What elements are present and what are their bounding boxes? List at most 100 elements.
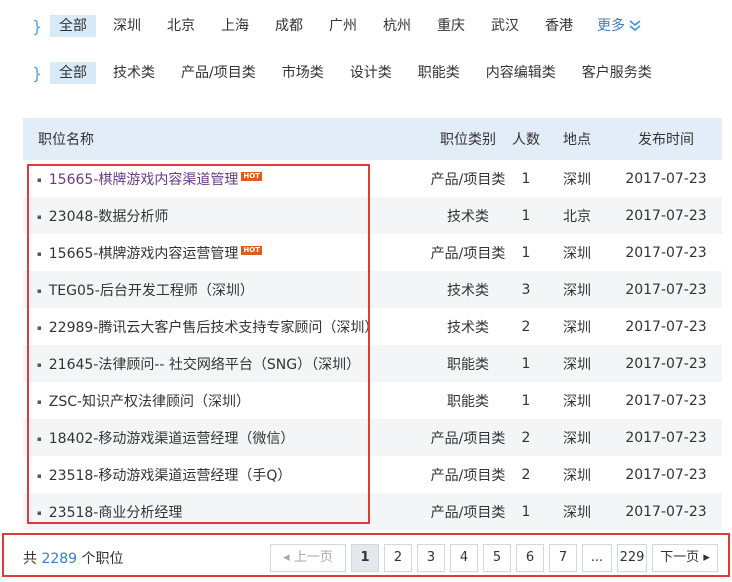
job-date-cell: 2017-07-23 bbox=[625, 466, 707, 483]
table-row: 23048-数据分析师 技术类 1 北京 2017-07-23 bbox=[23, 197, 722, 234]
category-filter-item[interactable]: 内容编辑类 bbox=[477, 62, 565, 84]
job-title-link[interactable]: 15665-棋牌游戏内容渠道管理 bbox=[49, 172, 239, 188]
job-location-cell: 深圳 bbox=[563, 319, 591, 336]
filter-brace-icon: } bbox=[32, 63, 43, 83]
location-filter-item[interactable]: 香港 bbox=[536, 15, 582, 37]
job-category-cell: 职能类 bbox=[447, 356, 489, 373]
next-page-button[interactable]: 下一页 ▸ bbox=[652, 544, 718, 572]
job-title-link[interactable]: 15665-棋牌游戏内容运营管理 bbox=[49, 246, 239, 262]
location-filter-list: 全部 深圳 北京 上海 成都 广州 杭州 重庆 武汉 香港 bbox=[50, 15, 590, 37]
table-row: ZSC-知识产权法律顾问（深圳） 职能类 1 深圳 2017-07-23 bbox=[23, 382, 722, 419]
job-name-cell: 21645-法律顾问-- 社交网络平台（SNG）（深圳） bbox=[23, 354, 428, 374]
job-name-cell: 23048-数据分析师 bbox=[23, 206, 428, 226]
chevron-left-icon: ◂ bbox=[283, 550, 290, 565]
job-category-cell: 产品/项目类 bbox=[430, 504, 506, 521]
page-number-button[interactable]: 4 bbox=[450, 544, 478, 572]
category-filter-item[interactable]: 职能类 bbox=[409, 62, 469, 84]
hot-badge: HOT bbox=[241, 171, 262, 181]
location-filter-row: } 全部 深圳 北京 上海 成都 广州 杭州 重庆 武汉 香港 bbox=[32, 14, 590, 38]
job-title-link[interactable]: 23518-移动游戏渠道运营经理（手Q） bbox=[49, 468, 292, 484]
job-count-cell: 1 bbox=[521, 207, 531, 224]
job-name-cell: 23518-商业分析经理 bbox=[23, 502, 428, 522]
pagination-footer: 共 2289 个职位 ◂ 上一页 1 2 3 4 5 6 7... 229 下一页 ▸ bbox=[23, 540, 722, 576]
job-name-cell: 15665-棋牌游戏内容运营管理HOT bbox=[23, 243, 428, 263]
job-category-cell: 产品/项目类 bbox=[430, 467, 506, 484]
job-location-cell: 深圳 bbox=[563, 171, 591, 188]
job-location-cell: 深圳 bbox=[563, 245, 591, 262]
job-name-cell: 15665-棋牌游戏内容渠道管理HOT bbox=[23, 169, 428, 189]
location-filter-item[interactable]: 全部 bbox=[50, 15, 96, 37]
filter-brace-icon: } bbox=[32, 16, 43, 36]
location-filter-item[interactable]: 北京 bbox=[158, 15, 204, 37]
category-filter-list: 全部 技术类 产品/项目类 市场类 设计类 职能类 内容编辑类 客户服务类 bbox=[50, 62, 669, 84]
category-filter-item[interactable]: 设计类 bbox=[341, 62, 401, 84]
job-category-cell: 技术类 bbox=[447, 319, 489, 336]
job-date-cell: 2017-07-23 bbox=[625, 503, 707, 520]
header-location: 地点 bbox=[563, 132, 591, 148]
category-filter-item[interactable]: 市场类 bbox=[273, 62, 333, 84]
job-title-link[interactable]: 23518-商业分析经理 bbox=[49, 505, 183, 521]
page-number-button[interactable]: 3 bbox=[417, 544, 445, 572]
job-location-cell: 深圳 bbox=[563, 282, 591, 299]
page-number-button[interactable]: 7 bbox=[549, 544, 577, 572]
job-count-cell: 1 bbox=[521, 503, 531, 520]
page-number-button[interactable]: 2 bbox=[384, 544, 412, 572]
next-page-label: 下一页 bbox=[660, 550, 700, 565]
location-filter-item[interactable]: 重庆 bbox=[428, 15, 474, 37]
prev-page-button[interactable]: ◂ 上一页 bbox=[270, 544, 346, 572]
job-location-cell: 深圳 bbox=[563, 467, 591, 484]
job-count-cell: 1 bbox=[521, 170, 531, 187]
category-filter-item[interactable]: 技术类 bbox=[104, 62, 164, 84]
location-filter-item[interactable]: 武汉 bbox=[482, 15, 528, 37]
total-prefix: 共 bbox=[23, 551, 37, 567]
job-count-cell: 2 bbox=[521, 318, 531, 335]
job-date-cell: 2017-07-23 bbox=[625, 170, 707, 187]
job-date-cell: 2017-07-23 bbox=[625, 392, 707, 409]
job-date-cell: 2017-07-23 bbox=[625, 281, 707, 298]
page-number-button[interactable]: 229 bbox=[617, 544, 647, 572]
header-category: 职位类别 bbox=[440, 132, 496, 148]
location-filter-item[interactable]: 成都 bbox=[266, 15, 312, 37]
table-row: TEG05-后台开发工程师（深圳） 技术类 3 深圳 2017-07-23 bbox=[23, 271, 722, 308]
chevron-right-icon: ▸ bbox=[703, 550, 710, 565]
job-title-link[interactable]: 21645-法律顾问-- 社交网络平台（SNG）（深圳） bbox=[49, 357, 360, 373]
category-filter-item[interactable]: 客户服务类 bbox=[573, 62, 661, 84]
location-filter-item[interactable]: 杭州 bbox=[374, 15, 420, 37]
page-number-button[interactable]: 1 bbox=[351, 544, 379, 572]
job-category-cell: 职能类 bbox=[447, 393, 489, 410]
page-number-button[interactable]: 6 bbox=[516, 544, 544, 572]
job-name-cell: 22989-腾讯云大客户售后技术支持专家顾问（深圳） bbox=[23, 317, 428, 337]
category-filter-item[interactable]: 产品/项目类 bbox=[172, 62, 265, 84]
job-name-cell: TEG05-后台开发工程师（深圳） bbox=[23, 280, 428, 300]
job-date-cell: 2017-07-23 bbox=[625, 429, 707, 446]
page-number-button: ... bbox=[582, 544, 612, 572]
table-row: 21645-法律顾问-- 社交网络平台（SNG）（深圳） 职能类 1 深圳 2017-0… bbox=[23, 345, 722, 382]
location-filter-item[interactable]: 广州 bbox=[320, 15, 366, 37]
job-title-link[interactable]: 18402-移动游戏渠道运营经理（微信） bbox=[49, 431, 295, 447]
job-date-cell: 2017-07-23 bbox=[625, 318, 707, 335]
table-body: 15665-棋牌游戏内容渠道管理HOT产品/项目类1深圳2017-07-2323… bbox=[23, 160, 722, 530]
hot-badge: HOT bbox=[241, 245, 262, 255]
prev-page-label: 上一页 bbox=[293, 550, 333, 565]
chevron-double-down-icon bbox=[629, 20, 641, 32]
job-count-cell: 2 bbox=[521, 466, 531, 483]
table-row: 15665-棋牌游戏内容运营管理HOT产品/项目类1深圳2017-07-23 bbox=[23, 234, 722, 271]
job-date-cell: 2017-07-23 bbox=[625, 244, 707, 261]
pager: ◂ 上一页 1 2 3 4 5 6 7... 229 下一页 ▸ bbox=[270, 544, 718, 572]
more-locations-button[interactable]: 更多 bbox=[597, 14, 641, 38]
location-filter-item[interactable]: 上海 bbox=[212, 15, 258, 37]
job-title-link[interactable]: 23048-数据分析师 bbox=[49, 209, 169, 225]
job-title-link[interactable]: ZSC-知识产权法律顾问（深圳） bbox=[49, 394, 250, 410]
job-title-link[interactable]: TEG05-后台开发工程师（深圳） bbox=[49, 283, 254, 299]
table-row: 22989-腾讯云大客户售后技术支持专家顾问（深圳） 技术类 2 深圳 2017-07-… bbox=[23, 308, 722, 345]
table-row: 15665-棋牌游戏内容渠道管理HOT产品/项目类1深圳2017-07-23 bbox=[23, 160, 722, 197]
header-count: 人数 bbox=[512, 132, 540, 148]
job-title-link[interactable]: 22989-腾讯云大客户售后技术支持专家顾问（深圳） bbox=[49, 320, 379, 336]
category-filter-item[interactable]: 全部 bbox=[50, 62, 96, 84]
total-count: 2289 bbox=[41, 551, 78, 567]
job-category-cell: 产品/项目类 bbox=[430, 171, 506, 188]
job-name-cell: 18402-移动游戏渠道运营经理（微信） bbox=[23, 428, 428, 448]
job-table: 职位名称 职位类别 人数 地点 发布时间 15665-棋牌游戏内容渠道管理HOT… bbox=[23, 118, 722, 530]
location-filter-item[interactable]: 深圳 bbox=[104, 15, 150, 37]
page-number-button[interactable]: 5 bbox=[483, 544, 511, 572]
